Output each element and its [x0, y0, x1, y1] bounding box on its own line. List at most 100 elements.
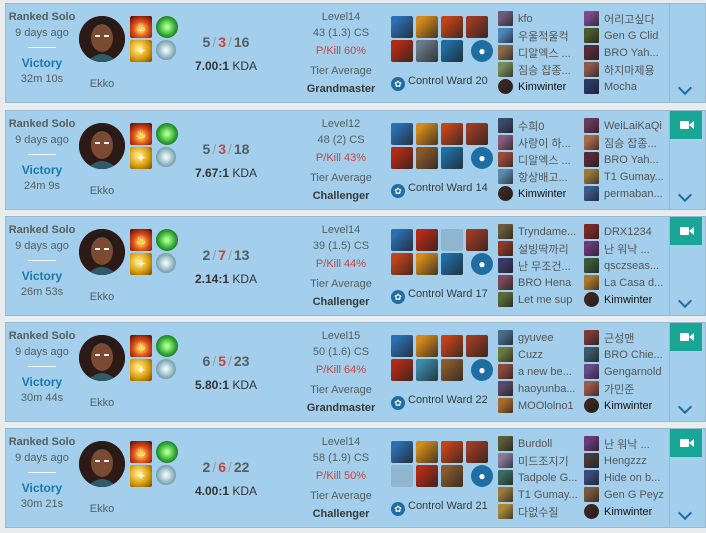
player-name[interactable]: Gen G Peyz	[604, 489, 664, 501]
replay-video-button[interactable]	[670, 111, 702, 139]
team-player[interactable]: 다없수질	[498, 503, 582, 520]
item-slot-icon[interactable]	[416, 335, 438, 357]
item-slot-icon[interactable]	[466, 441, 488, 463]
team-player[interactable]: Gen G Clid	[584, 27, 668, 44]
item-slot-icon[interactable]	[391, 16, 413, 38]
team-player[interactable]: 설빙딱까리	[498, 240, 582, 257]
player-name[interactable]: MOOlolno1	[518, 400, 574, 412]
team-player[interactable]: Kimwinter	[584, 397, 668, 414]
team-player[interactable]: Let me sup	[498, 291, 582, 308]
player-name[interactable]: 미드조지기	[518, 453, 569, 469]
trinket-ward-icon[interactable]: ●	[471, 40, 493, 62]
item-slot-icon[interactable]	[391, 441, 413, 463]
player-name[interactable]: BRO Chie...	[604, 349, 663, 361]
player-name[interactable]: 우울적울컥	[518, 28, 569, 44]
player-name[interactable]: Hide on b...	[604, 472, 660, 484]
player-name[interactable]: La Casa d...	[604, 277, 663, 289]
expand-details-button[interactable]	[669, 111, 702, 209]
expand-details-button[interactable]	[669, 217, 702, 315]
team-player[interactable]: 짐승 잡종...	[584, 134, 668, 151]
match-row[interactable]: Ranked Solo 9 days ago Victory 32m 10s Ekko ♨…	[5, 3, 706, 103]
trinket-ward-icon[interactable]: ●	[471, 359, 493, 381]
item-slot-icon[interactable]	[466, 123, 488, 145]
replay-video-button[interactable]	[670, 429, 702, 457]
item-slot-icon[interactable]	[416, 147, 438, 169]
match-row[interactable]: Ranked Solo 9 days ago Victory 24m 9s Ekko ♨ ✦…	[5, 110, 706, 210]
player-name[interactable]: 난 워낙 ...	[604, 241, 650, 257]
item-slot-icon[interactable]	[441, 335, 463, 357]
player-name[interactable]: Let me sup	[518, 294, 572, 306]
player-name[interactable]: T1 Gumay...	[518, 489, 578, 501]
player-name[interactable]: qsczseas...	[604, 260, 659, 272]
team-player[interactable]: Hide on b...	[584, 469, 668, 486]
item-slot-icon[interactable]	[466, 335, 488, 357]
player-name[interactable]: BRO Hena	[518, 277, 571, 289]
item-slot-icon[interactable]	[441, 359, 463, 381]
player-name[interactable]: 난 무조건...	[518, 258, 571, 274]
player-name[interactable]: DRX1234	[604, 226, 652, 238]
item-slot-icon[interactable]	[391, 359, 413, 381]
trinket-ward-icon[interactable]: ●	[471, 465, 493, 487]
team-player[interactable]: Mocha	[584, 78, 668, 95]
player-name[interactable]: T1 Gumay...	[604, 171, 664, 183]
team-player[interactable]: 미드조지기	[498, 452, 582, 469]
team-player[interactable]: 근성맨	[584, 329, 668, 346]
player-name[interactable]: 근성맨	[604, 330, 634, 346]
player-name[interactable]: BRO Yah...	[604, 47, 659, 59]
item-slot-icon[interactable]	[391, 40, 413, 62]
player-name[interactable]: 디알엑스 ...	[518, 45, 571, 61]
team-player[interactable]: gyuvee	[498, 329, 582, 346]
team-player[interactable]: La Casa d...	[584, 274, 668, 291]
champion-portrait[interactable]	[79, 441, 125, 487]
team-player[interactable]: a new be...	[498, 363, 582, 380]
player-name[interactable]: Mocha	[604, 81, 637, 93]
team-player[interactable]: Tryndame...	[498, 223, 582, 240]
team-player[interactable]: 수희0	[498, 117, 582, 134]
item-slot-icon[interactable]	[416, 123, 438, 145]
player-name[interactable]: Cuzz	[518, 349, 543, 361]
player-name[interactable]: 항상배고...	[518, 169, 568, 185]
item-slot-icon[interactable]	[416, 465, 438, 487]
player-name[interactable]: 어리고싶다	[604, 11, 655, 27]
team-player[interactable]: BRO Yah...	[584, 44, 668, 61]
champion-portrait[interactable]	[79, 123, 125, 169]
team-player[interactable]: 디알엑스 ...	[498, 151, 582, 168]
team-player[interactable]: 우울적울컥	[498, 27, 582, 44]
team-player[interactable]: Hengzzz	[584, 452, 668, 469]
team-player[interactable]: 사랑이 하...	[498, 134, 582, 151]
match-row[interactable]: Ranked Solo 9 days ago Victory 30m 44s Ekko ♨…	[5, 322, 706, 422]
player-name[interactable]: a new be...	[518, 366, 572, 378]
player-name[interactable]: 가민준	[604, 381, 634, 397]
team-player[interactable]: DRX1234	[584, 223, 668, 240]
item-slot-icon[interactable]	[416, 359, 438, 381]
item-slot-icon[interactable]	[441, 123, 463, 145]
player-name[interactable]: Kimwinter	[604, 506, 652, 518]
player-name[interactable]: permaban...	[604, 188, 663, 200]
player-name[interactable]: 사랑이 하...	[518, 135, 571, 151]
item-slot-icon[interactable]	[441, 16, 463, 38]
player-name[interactable]: 하지마제용	[604, 62, 655, 78]
player-name[interactable]: 짐승 잡종...	[518, 62, 571, 78]
player-name[interactable]: WeiLaiKaQi	[604, 120, 662, 132]
player-name[interactable]: Gengarnold	[604, 366, 662, 378]
player-name[interactable]: 설빙딱까리	[518, 241, 569, 257]
player-name[interactable]: Hengzzz	[604, 455, 647, 467]
trinket-ward-icon[interactable]: ●	[471, 253, 493, 275]
item-slot-icon[interactable]	[391, 253, 413, 275]
player-name[interactable]: Tadpole G...	[518, 472, 577, 484]
team-player[interactable]: Kimwinter	[584, 503, 668, 520]
player-name[interactable]: Kimwinter	[604, 400, 652, 412]
replay-video-button[interactable]	[670, 323, 702, 351]
item-slot-icon[interactable]	[441, 229, 463, 251]
team-player[interactable]: qsczseas...	[584, 257, 668, 274]
player-name[interactable]: Kimwinter	[518, 188, 566, 200]
team-player[interactable]: Tadpole G...	[498, 469, 582, 486]
team-player[interactable]: BRO Yah...	[584, 151, 668, 168]
item-slot-icon[interactable]	[391, 147, 413, 169]
team-player[interactable]: BRO Hena	[498, 274, 582, 291]
player-name[interactable]: 짐승 잡종...	[604, 135, 657, 151]
player-name[interactable]: Kimwinter	[518, 81, 566, 93]
item-slot-icon[interactable]	[416, 40, 438, 62]
player-name[interactable]: 수희0	[518, 118, 544, 134]
player-name[interactable]: Burdoll	[518, 438, 552, 450]
